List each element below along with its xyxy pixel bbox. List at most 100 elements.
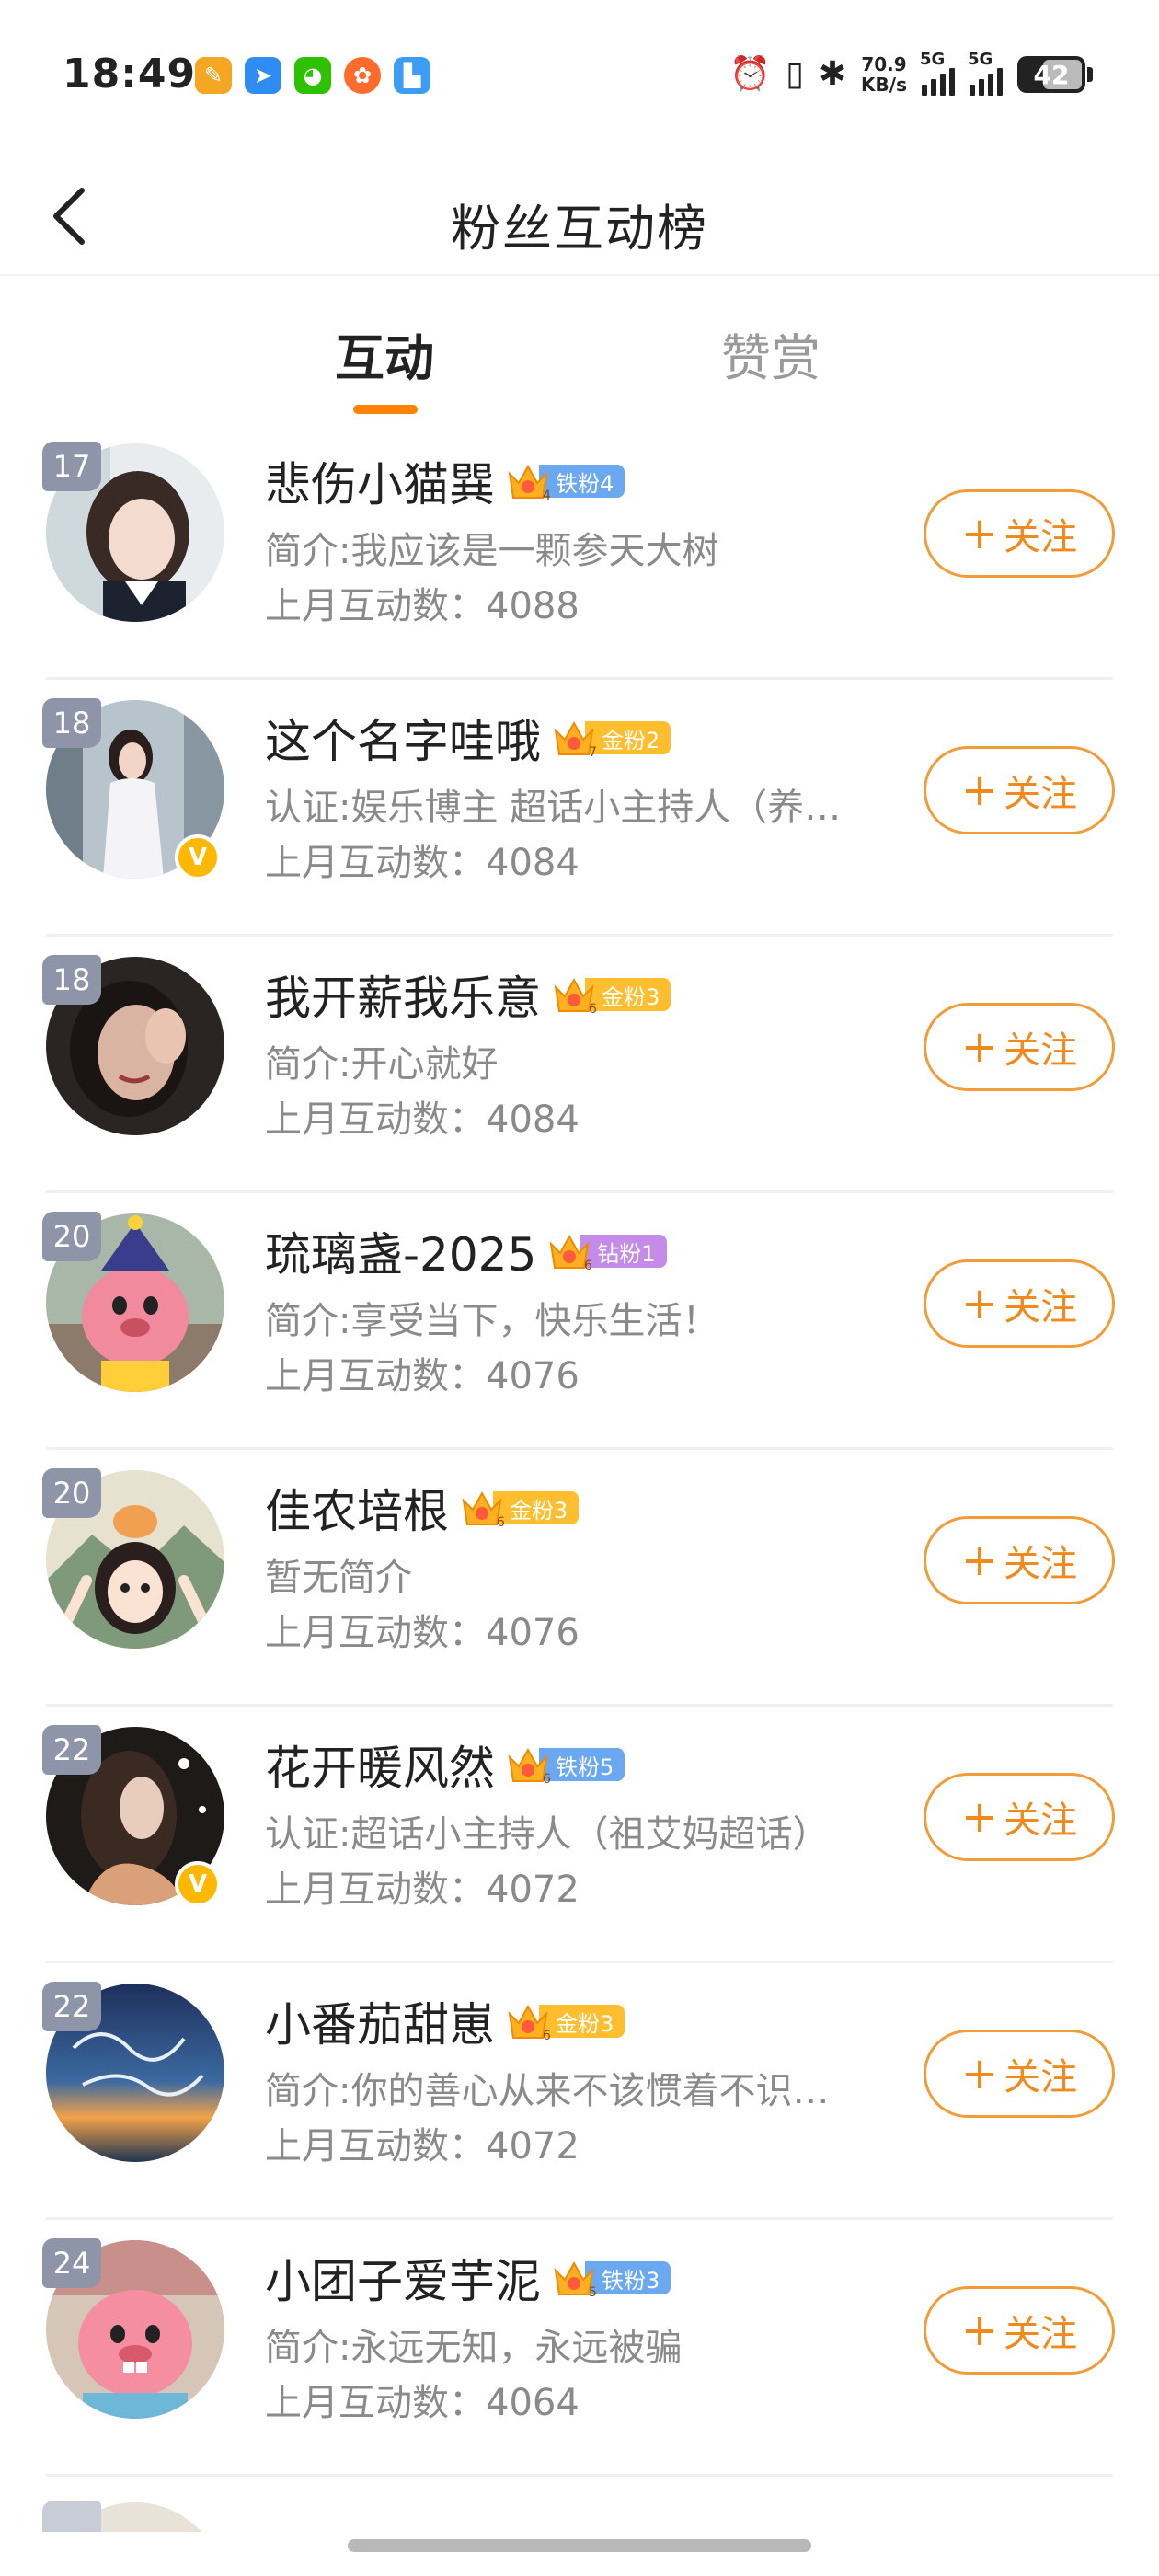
fan-name[interactable]: 悲伤小猫巽	[265, 448, 495, 514]
fan-intro: 认证:超话小主持人（祖艾妈超话）	[265, 1813, 830, 1856]
list-item[interactable]: 20 琉璃盏-2025 6 钻粉1 简介:享受当下，快乐生活！ 上月互动数：40…	[0, 1193, 1159, 1450]
fan-level-badge: 6 铁粉5	[506, 1746, 625, 1787]
tab-indicator	[353, 405, 418, 414]
app-icon-4: ✿	[344, 57, 381, 94]
interaction-count: 上月互动数：4072	[265, 2116, 580, 2169]
interaction-count: 上月互动数：4088	[265, 576, 580, 629]
follow-button[interactable]: + 关注	[924, 2030, 1115, 2118]
plus-icon: +	[960, 1791, 999, 1843]
fan-intro: 简介:享受当下，快乐生活！	[265, 1300, 719, 1342]
follow-button[interactable]: + 关注	[924, 1516, 1115, 1604]
fan-level-label: 金粉3	[493, 1491, 580, 1524]
plus-icon: +	[960, 765, 999, 816]
list-item[interactable]: 18 我开薪我乐意 6 金粉3 简介:开心就好 上月互动数：4084 + 关注	[0, 937, 1159, 1193]
rank-badge: 20	[42, 1468, 101, 1518]
follow-label: 关注	[1004, 1029, 1078, 1072]
stat-value: 4076	[486, 1612, 580, 1654]
fan-name[interactable]: 花开暖风然	[265, 1731, 495, 1798]
list-item[interactable]: 22 小番茄甜崽 6 金粉3 简介:你的善心从来不该惯着不识… 上月互动数：40…	[0, 1963, 1159, 2220]
crown-icon: 7	[554, 720, 596, 760]
list-item[interactable]: 20 佳农培根 6 金粉3 暂无简介 上月互动数：4076 + 关注	[0, 1450, 1159, 1707]
verified-badge-icon: V	[175, 1861, 221, 1907]
fan-intro: 认证:娱乐博主 超话小主持人（养…	[265, 787, 842, 829]
fan-level-label: 金粉3	[539, 2005, 625, 2038]
tab-interaction[interactable]: 互动	[335, 317, 434, 390]
crown-icon: 6	[462, 1490, 504, 1530]
svg-text:6: 6	[543, 1772, 550, 1787]
app-icon-5: ▙	[394, 57, 430, 94]
net-speed-unit: KB/s	[861, 74, 907, 96]
interaction-count: 上月互动数：4084	[265, 1089, 580, 1143]
net-speed-value: 70.9	[861, 53, 907, 75]
stat-label: 上月互动数：	[265, 1355, 486, 1397]
fan-name[interactable]: 琉璃盏-2025	[265, 1218, 536, 1284]
signal-icon-1: 5G	[920, 50, 955, 96]
rank-badge: 22	[42, 1982, 101, 2031]
plus-icon: +	[960, 508, 999, 559]
fan-intro: 简介:你的善心从来不该惯着不识…	[265, 2070, 830, 2112]
fan-name[interactable]: 我开薪我乐意	[265, 961, 541, 1028]
stat-label: 上月互动数：	[265, 842, 486, 884]
list-item[interactable]: 22 V 花开暖风然 6 铁粉5 认证:超话小主持人（祖艾妈超话） 上月互动数：…	[0, 1707, 1159, 1963]
battery-icon: 42	[1017, 56, 1093, 93]
fan-intro: 简介:开心就好	[265, 1043, 499, 1086]
fan-level-badge: 6 金粉3	[552, 976, 671, 1017]
crown-icon: 4	[508, 464, 550, 503]
bluetooth-icon: ✱	[818, 55, 847, 93]
stat-value: 4064	[486, 2382, 580, 2424]
wechat-icon: ◕	[294, 57, 331, 94]
svg-text:6: 6	[589, 1002, 596, 1017]
crown-icon: 6	[554, 977, 596, 1017]
home-indicator[interactable]	[348, 2539, 811, 2552]
fan-name[interactable]: 佳农培根	[265, 1475, 449, 1541]
follow-label: 关注	[1004, 516, 1078, 558]
crown-icon: 6	[508, 1747, 550, 1787]
follow-label: 关注	[1004, 2056, 1078, 2099]
list-item[interactable]: 24 小团子爱芋泥 5 铁粉3 简介:永远无知，永远被骗 上月互动数：4064 …	[0, 2220, 1159, 2477]
fan-level-label: 铁粉5	[539, 1748, 625, 1781]
follow-button[interactable]: + 关注	[924, 2286, 1115, 2375]
verified-badge-icon: V	[175, 834, 221, 880]
crown-icon: 5	[554, 2260, 596, 2300]
follow-button[interactable]: + 关注	[924, 1773, 1115, 1861]
follow-label: 关注	[1004, 1286, 1078, 1328]
fan-name[interactable]: 小团子爱芋泥	[265, 2245, 541, 2311]
crown-icon: 6	[508, 2004, 550, 2043]
svg-text:6: 6	[497, 1515, 504, 1530]
alarm-icon: ⏰	[729, 55, 772, 93]
follow-label: 关注	[1004, 2313, 1078, 2355]
svg-text:6: 6	[584, 1259, 591, 1273]
follow-button[interactable]: + 关注	[924, 746, 1115, 834]
crown-icon: 6	[549, 1234, 591, 1273]
app-icon-2: ➤	[245, 57, 281, 94]
interaction-count: 上月互动数：4076	[265, 1603, 580, 1656]
fan-level-label: 铁粉4	[539, 465, 625, 498]
stat-label: 上月互动数：	[265, 1869, 486, 1911]
plus-icon: +	[960, 1535, 999, 1586]
follow-button[interactable]: + 关注	[924, 1259, 1115, 1348]
stat-value: 4072	[486, 1869, 580, 1911]
net1-label: 5G	[920, 50, 946, 69]
fan-name[interactable]: 这个名字哇哦	[265, 705, 541, 771]
stat-value: 4088	[486, 585, 580, 627]
fan-name[interactable]: 小番茄甜崽	[265, 1988, 495, 2054]
header: 粉丝互动榜	[0, 156, 1159, 276]
svg-text:7: 7	[589, 745, 596, 760]
follow-label: 关注	[1004, 773, 1078, 815]
svg-text:5: 5	[589, 2285, 596, 2300]
net-speed: 70.9 KB/s	[861, 54, 907, 95]
svg-text:6: 6	[543, 2029, 550, 2043]
rank-badge: 18	[42, 955, 101, 1005]
list-item[interactable]: 18 V 这个名字哇哦 7 金粉2 认证:娱乐博主 超话小主持人（养… 上月互动…	[0, 680, 1159, 937]
stat-value: 4084	[486, 1098, 580, 1141]
follow-button[interactable]: + 关注	[924, 1003, 1115, 1091]
interaction-count: 上月互动数：4076	[265, 1346, 580, 1399]
rank-badge: 22	[42, 1725, 101, 1775]
tab-reward[interactable]: 赞赏	[721, 317, 820, 390]
list-item[interactable]: 17 悲伤小猫巽 4 铁粉4 简介:我应该是一颗参天大树 上月互动数：4088 …	[0, 423, 1159, 680]
page-title: 粉丝互动榜	[451, 200, 708, 258]
fan-intro: 暂无简介	[265, 1557, 412, 1599]
rank-badge: 24	[42, 2238, 101, 2288]
follow-button[interactable]: + 关注	[924, 489, 1115, 578]
tab-bar: 互动 赞赏	[0, 276, 1159, 423]
